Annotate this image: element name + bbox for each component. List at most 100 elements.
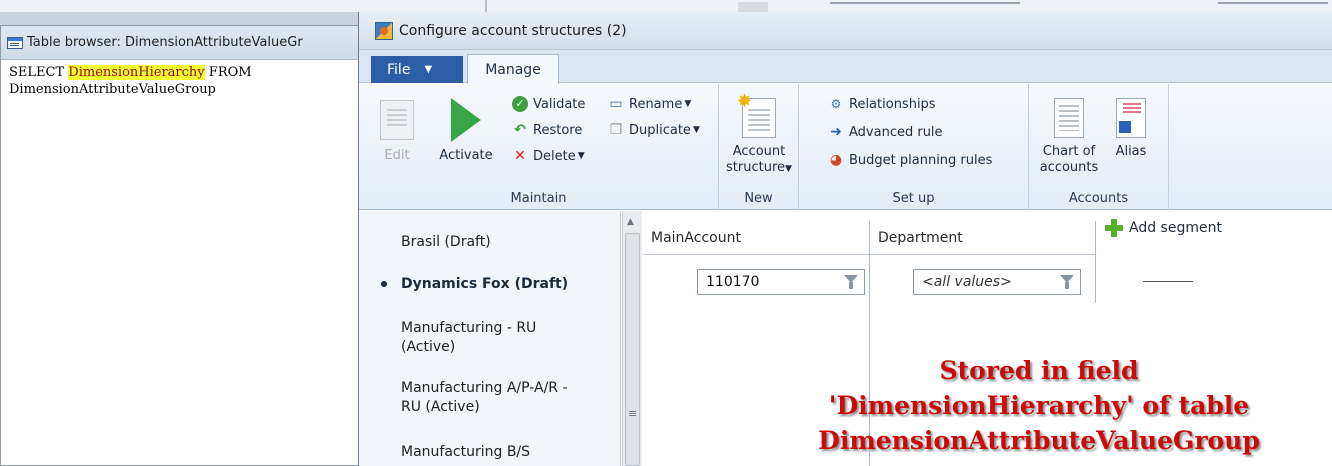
list-scrollbar[interactable]: ▲ ≡ bbox=[622, 211, 642, 466]
list-item[interactable]: Brasil (Draft) bbox=[401, 233, 591, 252]
restore-arrow-icon: ↶ bbox=[514, 122, 526, 138]
validate-check-icon: ✓ bbox=[511, 96, 529, 112]
group-label-setup: Set up bbox=[892, 191, 935, 206]
validate-label: Validate bbox=[533, 96, 586, 112]
list-item-selected[interactable]: Dynamics Fox (Draft) bbox=[381, 275, 591, 294]
chart-of-accounts-button[interactable]: Chart of accounts bbox=[1037, 98, 1101, 176]
mainaccount-segment-input[interactable]: 110170 bbox=[697, 269, 865, 295]
list-item-label: Manufacturing B/S bbox=[401, 444, 531, 460]
advanced-rule-icon: ➜ bbox=[830, 124, 842, 140]
alias-label: Alias bbox=[1115, 144, 1147, 159]
ribbon-group-new: ✸ Account structure▼ New bbox=[719, 84, 799, 210]
restore-label: Restore bbox=[533, 122, 583, 138]
ribbon-group-setup: ⚙ Relationships ➜ Advanced rule ◕ Budget… bbox=[799, 84, 1029, 210]
filter-funnel-icon[interactable] bbox=[844, 275, 858, 289]
annotation-line: Stored in field bbox=[939, 356, 1139, 385]
chevron-down-icon: ▼ bbox=[785, 164, 792, 174]
group-label-new: New bbox=[744, 191, 773, 206]
duplicate-button[interactable]: ❐ Duplicate ▼ bbox=[607, 118, 700, 142]
list-item[interactable]: Manufacturing A/P-A/R - RU (Active) bbox=[401, 379, 591, 417]
tab-file-label: File bbox=[387, 61, 411, 78]
selected-bullet-icon bbox=[381, 281, 387, 287]
chart-of-accounts-label-2: accounts bbox=[1039, 160, 1099, 175]
tab-file[interactable]: File ▼ bbox=[371, 56, 463, 83]
edit-icon bbox=[380, 100, 414, 140]
advanced-rule-button[interactable]: ➜ Advanced rule bbox=[827, 120, 943, 144]
account-structures-list: Brasil (Draft) Dynamics Fox (Draft) Manu… bbox=[359, 211, 621, 466]
budget-planning-rules-button[interactable]: ◕ Budget planning rules bbox=[827, 148, 993, 172]
column-header-label: Department bbox=[878, 229, 963, 246]
advanced-rule-label: Advanced rule bbox=[849, 124, 943, 140]
budget-planning-rules-label: Budget planning rules bbox=[849, 152, 993, 168]
background-divider bbox=[485, 0, 487, 12]
filter-funnel-icon[interactable] bbox=[1060, 275, 1074, 289]
segment-value: <all values> bbox=[922, 274, 1012, 290]
tab-manage-label: Manage bbox=[485, 61, 541, 78]
chevron-down-icon: ▼ bbox=[684, 99, 692, 109]
scroll-grip-icon: ≡ bbox=[628, 407, 638, 420]
sql-keyword-from: FROM bbox=[208, 65, 252, 80]
delete-x-icon: ✕ bbox=[514, 148, 526, 164]
edit-button[interactable]: Edit bbox=[377, 100, 417, 164]
department-segment-input[interactable]: <all values> bbox=[913, 269, 1081, 295]
background-window-strip bbox=[0, 0, 1332, 12]
account-structure-icon: ✸ bbox=[737, 93, 776, 138]
list-item-label: Manufacturing - RU (Active) bbox=[401, 320, 537, 355]
relationships-icon: ⚙ bbox=[830, 97, 842, 111]
dropdown-caret-icon: ▼ bbox=[424, 64, 433, 75]
new-star-icon: ✸ bbox=[737, 91, 753, 112]
duplicate-icon: ❐ bbox=[609, 122, 623, 138]
column-divider bbox=[1095, 221, 1096, 303]
add-segment-button[interactable]: Add segment bbox=[1105, 219, 1222, 237]
app-icon bbox=[375, 21, 393, 40]
annotation-line: DimensionAttributeValueGroup bbox=[818, 426, 1260, 455]
chart-of-accounts-label-1: Chart of bbox=[1042, 144, 1096, 159]
column-header-mainaccount: MainAccount bbox=[643, 221, 869, 255]
relationships-button[interactable]: ⚙ Relationships bbox=[827, 92, 936, 116]
alias-button[interactable]: Alias bbox=[1109, 98, 1153, 160]
content-area: Brasil (Draft) Dynamics Fox (Draft) Manu… bbox=[359, 211, 1332, 466]
group-label-maintain: Maintain bbox=[510, 191, 567, 206]
segment-value: 110170 bbox=[706, 274, 760, 290]
table-browser-titlebar[interactable]: Table browser: DimensionAttributeValueGr bbox=[1, 26, 361, 60]
budget-chart-icon: ◕ bbox=[829, 152, 843, 168]
ribbon-group-maintain: Edit Activate ✓ Validate ↶ Restore ✕ Del… bbox=[359, 84, 719, 210]
background-text-fragment bbox=[1218, 0, 1328, 4]
list-item-label: Brasil (Draft) bbox=[401, 234, 491, 250]
activate-label: Activate bbox=[439, 148, 493, 163]
ribbon-tabs: File ▼ Manage bbox=[359, 50, 1332, 84]
scrollbar-thumb[interactable] bbox=[625, 233, 640, 466]
list-item-label: Manufacturing A/P-A/R - RU (Active) bbox=[401, 380, 568, 415]
list-item[interactable]: Manufacturing - RU (Active) bbox=[401, 319, 591, 357]
column-header-label: MainAccount bbox=[651, 229, 741, 246]
configure-window: Configure account structures (2) File ▼ … bbox=[358, 12, 1332, 466]
list-item[interactable]: Manufacturing B/S bbox=[401, 443, 591, 462]
sql-editor[interactable]: SELECT DimensionHierarchy FROM Dimension… bbox=[1, 60, 361, 98]
table-browser-title: Table browser: DimensionAttributeValueGr bbox=[27, 35, 303, 50]
list-item-label: Dynamics Fox (Draft) bbox=[401, 276, 569, 292]
rename-button[interactable]: ▭ Rename ▼ bbox=[607, 92, 691, 116]
annotation-line: 'DimensionHierarchy' of table bbox=[828, 391, 1250, 420]
account-structure-button[interactable]: ✸ Account structure▼ bbox=[725, 93, 793, 177]
activate-button[interactable]: Activate bbox=[433, 98, 499, 164]
chart-of-accounts-icon bbox=[1054, 98, 1084, 138]
restore-button[interactable]: ↶ Restore bbox=[511, 118, 582, 142]
background-text-fragment bbox=[830, 0, 1020, 4]
tab-manage[interactable]: Manage bbox=[467, 54, 559, 84]
scroll-up-icon[interactable]: ▲ bbox=[627, 217, 634, 227]
add-plus-icon bbox=[1105, 219, 1123, 237]
validate-button[interactable]: ✓ Validate bbox=[511, 92, 585, 116]
group-label-accounts: Accounts bbox=[1068, 191, 1129, 206]
configure-titlebar[interactable]: Configure account structures (2) bbox=[359, 12, 1332, 50]
rename-label: Rename bbox=[629, 96, 683, 112]
delete-button[interactable]: ✕ Delete ▼ bbox=[511, 144, 585, 168]
table-browser-window: Table browser: DimensionAttributeValueGr… bbox=[0, 25, 362, 466]
screen: Table browser: DimensionAttributeValueGr… bbox=[0, 0, 1332, 466]
sql-field-highlight: DimensionHierarchy bbox=[68, 65, 205, 80]
configure-title: Configure account structures (2) bbox=[399, 22, 627, 39]
account-structure-label-1: Account bbox=[732, 144, 786, 159]
segment-connector-line bbox=[1143, 281, 1193, 282]
sql-table-name: DimensionAttributeValueGroup bbox=[9, 82, 216, 97]
account-structure-label-2-text: structure bbox=[726, 160, 786, 175]
window-icon bbox=[7, 37, 23, 49]
